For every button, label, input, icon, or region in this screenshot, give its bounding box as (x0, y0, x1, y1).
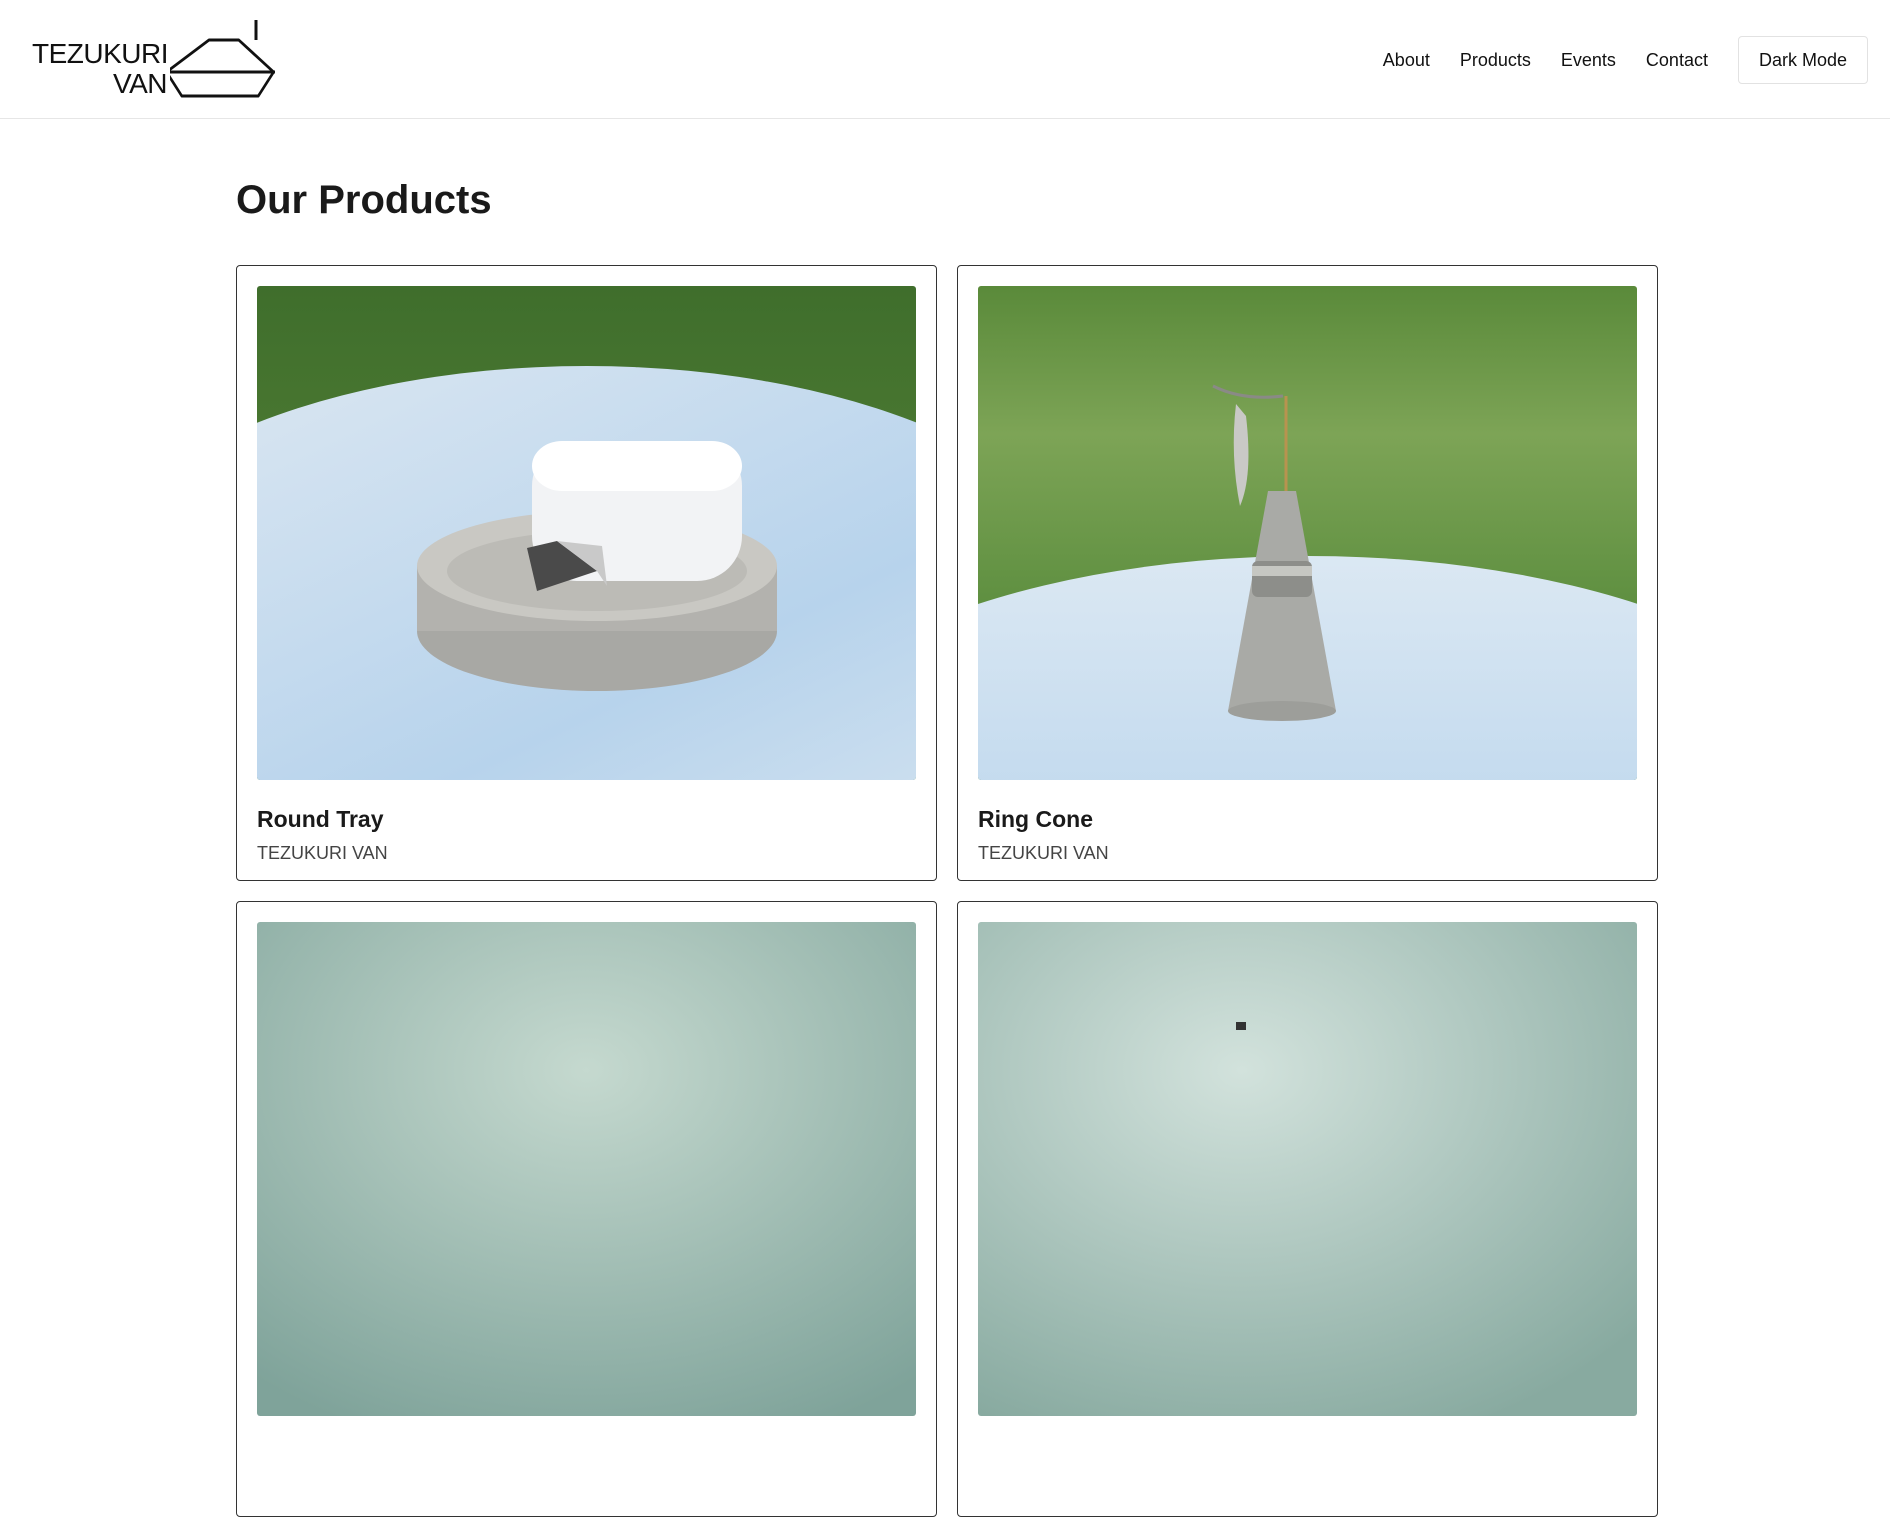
product-brand: TEZUKURI VAN (978, 843, 1109, 863)
lamp-logo-icon (170, 20, 275, 98)
site-header: TEZUKURI VAN About Products Events Conta… (0, 0, 1890, 119)
product-card[interactable]: Round Tray TEZUKURI VAN (236, 265, 937, 881)
product-brand: TEZUKURI VAN (257, 843, 388, 863)
product-image-ring-cone[interactable] (978, 286, 1637, 780)
product-name: Round Tray (257, 806, 384, 832)
page-title: Our Products (236, 178, 492, 222)
product-image-round-tray[interactable] (257, 286, 916, 780)
nav-events[interactable]: Events (1561, 50, 1616, 71)
nav-contact[interactable]: Contact (1646, 50, 1708, 71)
product-card[interactable]: Ring Cone TEZUKURI VAN (957, 265, 1658, 881)
product-card[interactable] (957, 901, 1658, 1517)
product-name: Ring Cone (978, 806, 1093, 832)
product-image[interactable] (257, 922, 916, 1416)
dark-mode-button[interactable]: Dark Mode (1737, 36, 1868, 84)
logo-line2: VAN (113, 68, 168, 99)
logo-line1: TEZUKURI (32, 38, 169, 69)
main-nav: About Products Events Contact Dark Mode (1383, 36, 1868, 84)
product-grid: Round Tray TEZUKURI VAN Ring Cone TEZUKU… (236, 265, 1658, 1517)
nav-products[interactable]: Products (1460, 50, 1531, 71)
nav-about[interactable]: About (1383, 50, 1430, 71)
logo-text: TEZUKURI VAN (32, 38, 169, 99)
product-image[interactable] (978, 922, 1637, 1416)
product-card[interactable] (236, 901, 937, 1517)
site-logo[interactable]: TEZUKURI VAN (32, 20, 282, 100)
